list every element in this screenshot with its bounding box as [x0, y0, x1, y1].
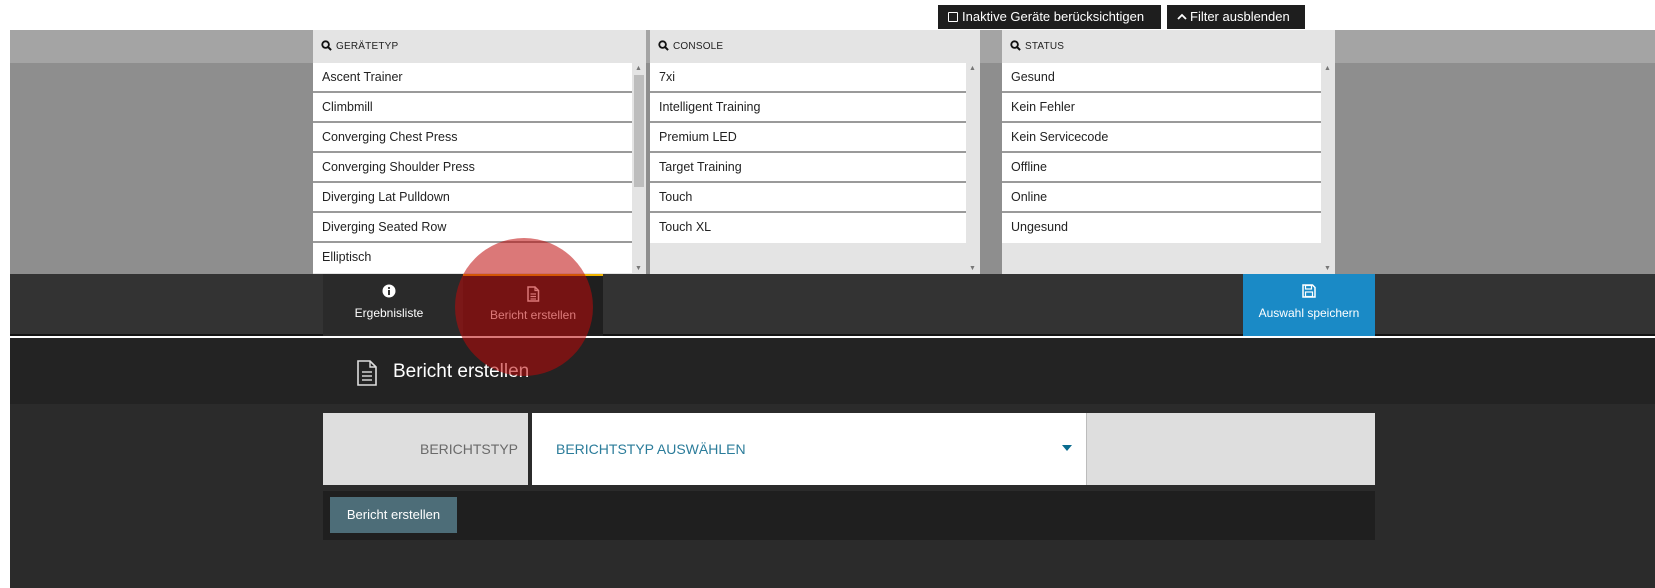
info-icon	[323, 284, 455, 302]
list-item[interactable]: Elliptisch	[313, 243, 632, 273]
filter-header-label: STATUS	[1025, 41, 1065, 52]
list-item[interactable]: Ascent Trainer	[313, 63, 632, 93]
scroll-up-arrow-icon[interactable]: ▲	[969, 65, 976, 72]
form-divider	[1086, 413, 1087, 485]
page-title: Bericht erstellen	[393, 361, 530, 382]
list-item[interactable]: Diverging Lat Pulldown	[313, 183, 632, 213]
list-item[interactable]: Gesund	[1002, 63, 1321, 93]
action-row	[323, 491, 1375, 540]
filter-header-geraetetyp[interactable]: GERÄTETYP	[313, 30, 646, 63]
tab-label: Bericht erstellen	[489, 308, 577, 322]
inactive-devices-toggle[interactable]: Inaktive Geräte berücksichtigen	[938, 5, 1161, 29]
scroll-up-arrow-icon[interactable]: ▲	[635, 65, 642, 72]
checkbox-icon[interactable]	[948, 12, 958, 22]
list-item[interactable]: Kein Fehler	[1002, 93, 1321, 123]
create-report-button[interactable]: Bericht erstellen	[330, 497, 457, 533]
scroll-down-arrow-icon[interactable]: ▼	[969, 265, 976, 272]
save-selection-button[interactable]: Auswahl speichern	[1243, 274, 1375, 336]
search-icon	[321, 40, 332, 51]
list-item[interactable]: Diverging Seated Row	[313, 213, 632, 243]
document-icon	[356, 360, 378, 391]
scroll-down-arrow-icon[interactable]: ▼	[1324, 265, 1331, 272]
list-item[interactable]: Kein Servicecode	[1002, 123, 1321, 153]
floppy-disk-icon	[1243, 284, 1375, 302]
filter-column-console: CONSOLE 7xi Intelligent Training Premium…	[650, 30, 980, 274]
list-item[interactable]: 7xi	[650, 63, 966, 93]
filter-column-geraetetyp: GERÄTETYP Ascent Trainer Climbmill Conve…	[313, 30, 646, 274]
tab-bericht-erstellen[interactable]: Bericht erstellen	[463, 274, 603, 336]
list-item[interactable]: Premium LED	[650, 123, 966, 153]
filter-header-console[interactable]: CONSOLE	[650, 30, 980, 63]
list-item[interactable]: Converging Chest Press	[313, 123, 632, 153]
filter-header-label: CONSOLE	[673, 41, 724, 52]
list-item[interactable]: Ungesund	[1002, 213, 1321, 243]
chevron-up-icon	[1177, 5, 1187, 29]
scrollbar[interactable]: ▲ ▼	[632, 63, 646, 274]
scroll-down-arrow-icon[interactable]: ▼	[635, 265, 642, 272]
filter-column-status: STATUS Gesund Kein Fehler Kein Serviceco…	[1002, 30, 1335, 274]
filter-header-label: GERÄTETYP	[336, 41, 399, 52]
list-item[interactable]: Climbmill	[313, 93, 632, 123]
status-list: Gesund Kein Fehler Kein Servicecode Offl…	[1002, 63, 1321, 243]
list-item[interactable]: Touch XL	[650, 213, 966, 243]
scrollbar[interactable]: ▲ ▼	[966, 63, 980, 274]
section-header	[10, 338, 1655, 404]
tab-label: Ergebnisliste	[354, 306, 424, 320]
list-item[interactable]: Offline	[1002, 153, 1321, 183]
scroll-up-arrow-icon[interactable]: ▲	[1324, 65, 1331, 72]
list-item[interactable]: Target Training	[650, 153, 966, 183]
search-icon	[1010, 40, 1021, 51]
hide-filter-button[interactable]: Filter ausblenden	[1167, 5, 1305, 29]
report-type-label: BERICHTSTYP	[419, 441, 518, 457]
save-selection-label: Auswahl speichern	[1258, 306, 1360, 320]
app: Inaktive Geräte berücksichtigen Filter a…	[10, 0, 1655, 588]
console-list: 7xi Intelligent Training Premium LED Tar…	[650, 63, 966, 243]
report-type-select-value: BERICHTSTYP AUSWÄHLEN	[556, 441, 746, 457]
tab-bar	[10, 274, 1655, 336]
list-item[interactable]: Online	[1002, 183, 1321, 213]
hide-filter-label: Filter ausblenden	[1190, 9, 1290, 24]
report-type-select[interactable]: BERICHTSTYP AUSWÄHLEN	[532, 413, 1086, 485]
geraetetyp-list: Ascent Trainer Climbmill Converging Ches…	[313, 63, 632, 273]
caret-down-icon	[1062, 445, 1072, 451]
list-item[interactable]: Touch	[650, 183, 966, 213]
filter-header-status[interactable]: STATUS	[1002, 30, 1335, 63]
search-icon	[658, 40, 669, 51]
list-item[interactable]: Intelligent Training	[650, 93, 966, 123]
scrollbar[interactable]: ▲ ▼	[1321, 63, 1335, 274]
scroll-thumb[interactable]	[634, 75, 644, 187]
tab-ergebnisliste[interactable]: Ergebnisliste	[323, 274, 455, 336]
inactive-devices-label: Inaktive Geräte berücksichtigen	[962, 9, 1145, 24]
list-item[interactable]: Converging Shoulder Press	[313, 153, 632, 183]
document-icon	[463, 286, 603, 304]
